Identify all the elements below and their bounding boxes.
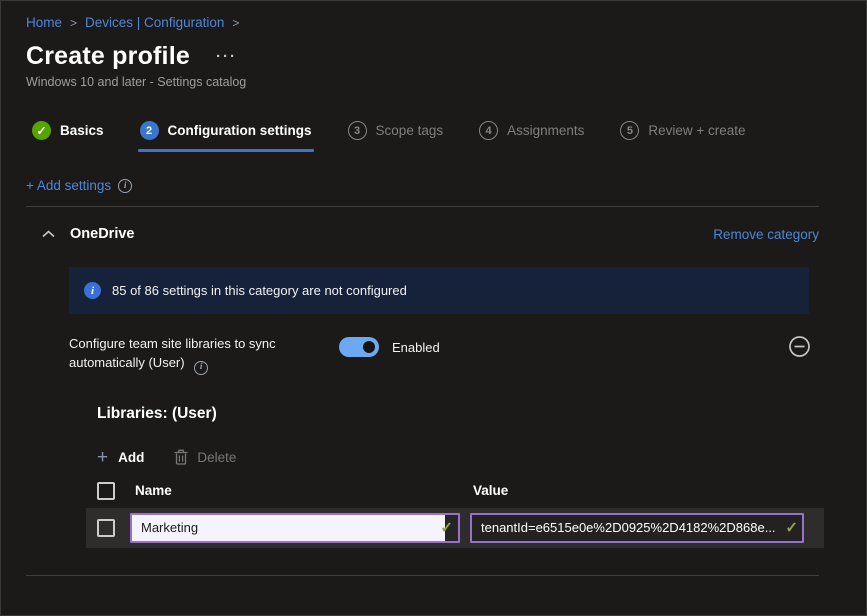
step-number-badge: 3 [348,121,367,140]
breadcrumb-link-devices-configuration[interactable]: Devices | Configuration [85,15,224,30]
add-settings-link[interactable]: + Add settings i [26,178,132,193]
tab-scope-tags-label: Scope tags [376,123,444,138]
breadcrumb-separator: > [70,16,77,30]
create-profile-page: Home > Devices | Configuration > Create … [0,0,867,616]
breadcrumb-link-home[interactable]: Home [26,15,62,30]
setting-toggle-group: Enabled [339,337,440,357]
collapse-category-button[interactable] [40,228,57,240]
add-library-button[interactable]: + Add [97,448,144,467]
table-header-row: Name Value [97,482,828,500]
plus-icon: + [97,448,108,467]
library-name-input[interactable] [130,513,460,543]
category-section: OneDrive Remove category i 85 of 86 sett… [26,206,819,576]
tab-review-create-label: Review + create [648,123,745,138]
info-banner-text: 85 of 86 settings in this category are n… [112,283,407,298]
step-complete-icon: ✓ [32,121,51,140]
add-settings-label: + Add settings [26,178,111,193]
tab-assignments[interactable]: 4 Assignments [479,121,584,140]
select-all-checkbox[interactable] [97,482,115,500]
libraries-table: Name Value ✓ ✓ [97,482,828,548]
more-options-icon[interactable]: ··· [216,48,237,65]
step-number-badge: 2 [140,121,159,140]
breadcrumb: Home > Devices | Configuration > [26,15,866,30]
valid-check-icon: ✓ [440,520,453,535]
info-icon[interactable]: i [194,361,208,375]
minus-circle-icon [788,335,811,358]
column-header-name: Name [130,483,460,498]
category-title: OneDrive [70,226,134,242]
step-number-badge: 5 [620,121,639,140]
page-subtitle: Windows 10 and later - Settings catalog [26,75,866,89]
tab-assignments-label: Assignments [507,123,584,138]
library-value-input[interactable] [470,513,804,543]
tab-scope-tags[interactable]: 3 Scope tags [348,121,444,140]
delete-library-button[interactable]: Delete [174,449,236,465]
wizard-steps: ✓ Basics 2 Configuration settings 3 Scop… [32,121,866,140]
remove-category-link[interactable]: Remove category [713,227,819,242]
delete-button-label: Delete [197,450,236,465]
chevron-up-icon [42,230,55,238]
remove-setting-button[interactable] [788,335,811,358]
title-row: Create profile ··· [26,42,866,71]
library-value-field: ✓ [470,513,804,543]
library-name-field: ✓ [130,513,460,543]
column-header-value: Value [470,483,508,498]
info-filled-icon: i [84,282,101,299]
page-title: Create profile [26,42,190,71]
bottom-divider [26,575,819,576]
setting-label-text: Configure team site libraries to sync au… [69,336,276,370]
setting-label: Configure team site libraries to sync au… [69,335,331,375]
libraries-heading: Libraries: (User) [97,405,819,423]
breadcrumb-separator: > [232,16,239,30]
enabled-toggle[interactable] [339,337,379,357]
tab-review-create[interactable]: 5 Review + create [620,121,745,140]
libraries-toolbar: + Add Delete [97,448,819,467]
category-header: OneDrive Remove category [26,220,819,248]
step-number-badge: 4 [479,121,498,140]
trash-icon [174,449,188,465]
tab-configuration-settings[interactable]: 2 Configuration settings [140,121,312,140]
tab-configuration-settings-label: Configuration settings [168,123,312,138]
row-checkbox[interactable] [97,519,115,537]
toggle-knob [363,341,375,353]
add-button-label: Add [118,450,144,465]
tab-basics-label: Basics [60,123,104,138]
valid-check-icon: ✓ [785,520,798,535]
info-banner: i 85 of 86 settings in this category are… [69,267,809,314]
table-row: ✓ ✓ [86,508,824,548]
setting-row: Configure team site libraries to sync au… [69,335,829,375]
toggle-state-label: Enabled [392,340,440,355]
tab-basics[interactable]: ✓ Basics [32,121,104,140]
info-icon[interactable]: i [118,179,132,193]
divider [26,206,819,207]
